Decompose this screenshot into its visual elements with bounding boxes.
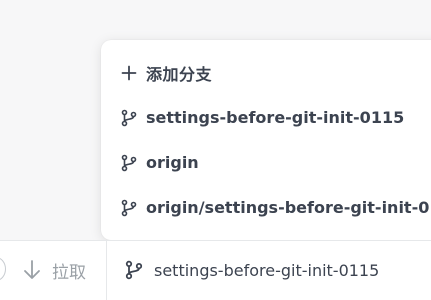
- branch-item-label: origin: [146, 153, 199, 172]
- branch-item-label: settings-before-git-init-0115: [146, 108, 405, 127]
- branch-item-origin[interactable]: origin: [101, 140, 431, 185]
- status-bar-divider: [106, 241, 107, 300]
- arrow-down-icon: [22, 259, 42, 281]
- git-branch-icon: [120, 109, 138, 127]
- branch-item-settings-before-git-init-0115[interactable]: settings-before-git-init-0115: [101, 95, 431, 140]
- pull-label: 拉取: [52, 262, 86, 283]
- git-branch-icon: [120, 154, 138, 172]
- git-branch-icon: [120, 199, 138, 217]
- git-branch-panel: 添加分支 settings-before-git-init-0115 origi…: [0, 0, 431, 300]
- add-branch-button[interactable]: 添加分支: [101, 50, 431, 95]
- branch-item-label: origin/settings-before-git-init-0115: [146, 198, 431, 217]
- current-branch-button[interactable]: settings-before-git-init-0115: [124, 255, 379, 285]
- git-branch-icon: [124, 260, 144, 280]
- status-bar: 拉取 settings-before-git-init-0115: [0, 240, 431, 300]
- add-branch-label: 添加分支: [146, 64, 213, 84]
- branch-item-origin-settings-before-git-init-0115[interactable]: origin/settings-before-git-init-0115: [101, 185, 431, 230]
- sync-circle-icon[interactable]: [0, 257, 6, 281]
- current-branch-label: settings-before-git-init-0115: [154, 260, 380, 280]
- plus-icon: [120, 64, 138, 82]
- branch-dropdown-menu: 添加分支 settings-before-git-init-0115 origi…: [101, 40, 431, 240]
- pull-button[interactable]: 拉取: [22, 255, 86, 285]
